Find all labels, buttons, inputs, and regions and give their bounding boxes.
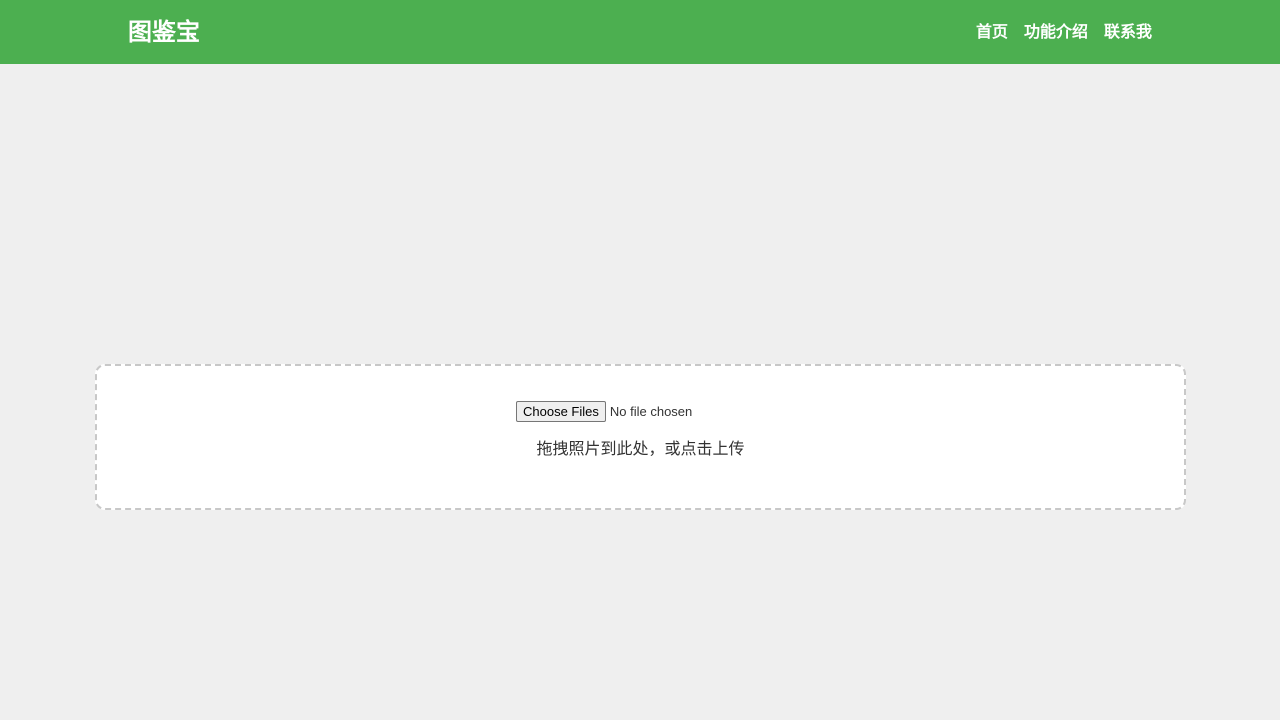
nav-item-home[interactable]: 首页 (976, 21, 1008, 43)
file-input: Choose Files No file chosen (516, 401, 692, 422)
nav-item-contact[interactable]: 联系我 (1104, 21, 1152, 43)
brand-logo-text[interactable]: 图鉴宝 (128, 15, 200, 49)
top-navbar: 图鉴宝 首页 功能介绍 联系我 (0, 0, 1280, 64)
nav-item-features[interactable]: 功能介绍 (1024, 21, 1088, 43)
upload-dropzone[interactable]: Choose Files No file chosen 拖拽照片到此处，或点击上… (95, 364, 1186, 510)
choose-files-button[interactable]: Choose Files (516, 401, 606, 422)
file-status-text: No file chosen (609, 404, 693, 419)
upload-hint: 拖拽照片到此处，或点击上传 (536, 439, 745, 458)
main-nav: 首页 功能介绍 联系我 (976, 21, 1152, 43)
